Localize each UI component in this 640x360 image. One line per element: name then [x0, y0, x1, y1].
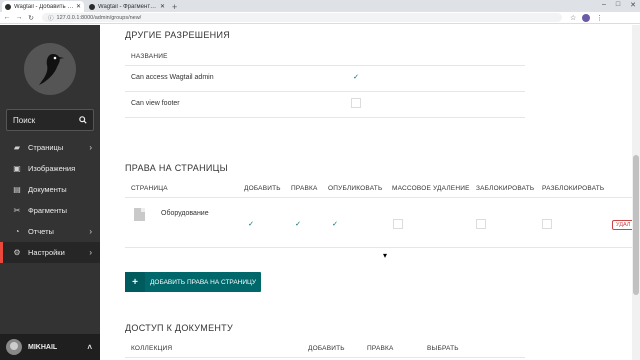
- extension-icon[interactable]: [582, 13, 591, 22]
- maximize-icon[interactable]: □: [616, 1, 620, 9]
- close-icon[interactable]: ✕: [160, 3, 165, 10]
- delete-button[interactable]: УДАЛ: [612, 220, 632, 230]
- column-header-name: НАЗВАНИЕ: [131, 53, 168, 60]
- cog-icon: ⚙: [13, 248, 21, 257]
- minimize-icon[interactable]: –: [602, 1, 606, 9]
- wagtail-logo[interactable]: [24, 43, 76, 95]
- reload-icon[interactable]: ↻: [26, 14, 36, 22]
- sidebar-item-label: Документы: [28, 185, 67, 194]
- address-bar: ← → ↻ ⓘ 127.0.0.1:8000/admin/groups/new/…: [0, 12, 640, 24]
- column-header-collection: КОЛЛЕКЦИЯ: [131, 345, 173, 352]
- image-icon: ▣: [13, 164, 21, 173]
- lock-checkbox[interactable]: [476, 219, 486, 229]
- menu-dots-icon[interactable]: ⋮: [596, 14, 603, 22]
- user-account-bar[interactable]: MIKHAIL ˄: [0, 334, 100, 360]
- page-permissions-heading: ПРАВА НА СТРАНИЦЫ: [125, 163, 228, 173]
- wagtail-favicon-icon: [89, 3, 95, 10]
- folder-icon: ▰: [13, 143, 21, 152]
- search-icon[interactable]: [79, 116, 87, 124]
- new-tab-button[interactable]: +: [172, 2, 177, 12]
- sidebar-item-label: Отчеты: [28, 227, 54, 236]
- permission-checkbox-checked[interactable]: ✓: [351, 72, 361, 82]
- sidebar-search: [6, 109, 94, 131]
- chevron-right-icon: ›: [89, 248, 92, 257]
- close-icon[interactable]: ✕: [76, 3, 81, 10]
- document-access-heading: ДОСТУП К ДОКУМЕНТУ: [125, 323, 233, 333]
- sidebar-item-label: Настройки: [28, 248, 65, 257]
- url-input[interactable]: ⓘ 127.0.0.1:8000/admin/groups/new/: [42, 13, 562, 22]
- divider: [125, 65, 525, 66]
- publish-checkbox-checked[interactable]: ✓: [330, 219, 340, 229]
- window-close-icon[interactable]: ✕: [630, 1, 636, 9]
- divider: [125, 247, 632, 248]
- sidebar-item-label: Изображения: [28, 164, 76, 173]
- sidebar-item-reports[interactable]: ◔ Отчеты ›: [0, 221, 100, 242]
- mouse-cursor-icon: ▾: [383, 251, 388, 260]
- page-name: Оборудование: [161, 210, 209, 217]
- browser-tab-active[interactable]: Wagtail - Добавить груп… ✕: [2, 1, 84, 12]
- sidebar-item-images[interactable]: ▣ Изображения: [0, 158, 100, 179]
- avatar: [6, 339, 22, 355]
- sidebar-item-documents[interactable]: ▤ Документы: [0, 179, 100, 200]
- column-header-edit: ПРАВКА: [367, 345, 394, 352]
- column-header-unlock: РАЗБЛОКИРОВАТЬ: [542, 185, 605, 192]
- search-input[interactable]: [13, 115, 73, 125]
- add-checkbox-checked[interactable]: ✓: [246, 219, 256, 229]
- browser-tab[interactable]: Wagtail - Фрагменты Фу… ✕: [86, 1, 168, 12]
- column-header-add: ДОБАВИТЬ: [244, 185, 281, 192]
- wagtail-favicon-icon: [5, 3, 11, 10]
- sidebar-menu: ▰ Страницы › ▣ Изображения ▤ Документы ✂…: [0, 137, 100, 263]
- column-header-bulk-delete: МАССОВОЕ УДАЛЕНИЕ: [392, 185, 470, 192]
- other-permissions-heading: ДРУГИЕ РАЗРЕШЕНИЯ: [125, 30, 231, 40]
- column-header-publish: ОПУБЛИКОВАТЬ: [328, 185, 383, 192]
- edit-checkbox-checked[interactable]: ✓: [293, 219, 303, 229]
- permission-checkbox[interactable]: [351, 98, 361, 108]
- sidebar-item-settings[interactable]: ⚙ Настройки ›: [0, 242, 100, 263]
- forward-icon[interactable]: →: [14, 14, 24, 21]
- divider: [125, 91, 525, 92]
- chevron-right-icon: ›: [89, 227, 92, 236]
- divider: [125, 117, 525, 118]
- url-text: 127.0.0.1:8000/admin/groups/new/: [56, 14, 142, 21]
- browser-tab-bar: Wagtail - Добавить груп… ✕ Wagtail - Фра…: [0, 0, 640, 12]
- snippet-icon: ✂: [13, 206, 21, 215]
- tab-label: Wagtail - Фрагменты Фу…: [98, 3, 158, 10]
- chevron-right-icon: ›: [89, 143, 92, 152]
- tab-label: Wagtail - Добавить груп…: [14, 3, 74, 10]
- user-name: MIKHAIL: [28, 343, 58, 351]
- scrollbar-thumb[interactable]: [633, 155, 639, 295]
- page-icon: [134, 208, 145, 221]
- sidebar-item-label: Фрагменты: [28, 206, 68, 215]
- unlock-checkbox[interactable]: [542, 219, 552, 229]
- permission-label: Can view footer: [131, 100, 180, 107]
- sidebar-item-snippets[interactable]: ✂ Фрагменты: [0, 200, 100, 221]
- divider: [125, 357, 525, 358]
- plus-icon: +: [125, 272, 145, 292]
- column-header-edit: ПРАВКА: [291, 185, 318, 192]
- sidebar-item-pages[interactable]: ▰ Страницы ›: [0, 137, 100, 158]
- column-header-choose: ВЫБРАТЬ: [427, 345, 459, 352]
- column-header-add: ДОБАВИТЬ: [308, 345, 345, 352]
- window-controls: – □ ✕: [602, 1, 636, 9]
- back-icon[interactable]: ←: [2, 14, 12, 21]
- column-header-lock: ЗАБЛОКИРОВАТЬ: [476, 185, 535, 192]
- wagtail-bird-icon: [39, 54, 64, 85]
- sidebar-item-label: Страницы: [28, 143, 64, 152]
- add-page-permission-button[interactable]: + ДОБАВИТЬ ПРАВА НА СТРАНИЦУ: [125, 272, 261, 292]
- add-page-permission-label: ДОБАВИТЬ ПРАВА НА СТРАНИЦУ: [150, 278, 256, 286]
- bulk-delete-checkbox[interactable]: [393, 219, 403, 229]
- info-icon: ⓘ: [48, 15, 54, 22]
- sidebar: ▰ Страницы › ▣ Изображения ▤ Документы ✂…: [0, 25, 100, 360]
- divider: [125, 197, 632, 198]
- chevron-up-icon[interactable]: ˄: [87, 343, 92, 352]
- bookmark-star-icon[interactable]: ☆: [570, 14, 576, 22]
- page-scrollbar[interactable]: [632, 25, 640, 360]
- reports-icon: ◔: [14, 227, 20, 236]
- document-icon: ▤: [13, 185, 21, 194]
- column-header-page: СТРАНИЦА: [131, 185, 168, 192]
- browser-extensions: ☆ ⋮: [570, 13, 603, 22]
- main-content: ДРУГИЕ РАЗРЕШЕНИЯ НАЗВАНИЕ Can access Wa…: [100, 25, 632, 360]
- permission-label: Can access Wagtail admin: [131, 74, 214, 81]
